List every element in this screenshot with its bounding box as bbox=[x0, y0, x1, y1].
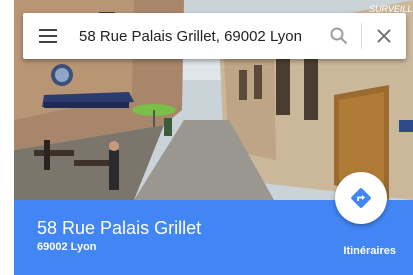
place-panel: SURVEILL 58 Rue Palais Grillet, 69002 Ly… bbox=[0, 0, 413, 275]
search-button[interactable] bbox=[317, 13, 361, 59]
menu-button[interactable] bbox=[23, 13, 73, 59]
search-input[interactable] bbox=[73, 13, 317, 59]
close-button[interactable] bbox=[362, 13, 406, 59]
close-icon bbox=[377, 29, 391, 43]
directions-label[interactable]: Itinéraires bbox=[343, 245, 396, 257]
directions-button[interactable] bbox=[335, 172, 387, 224]
hamburger-menu-icon bbox=[39, 29, 57, 43]
place-title: 58 Rue Palais Grillet bbox=[37, 218, 202, 238]
search-box bbox=[23, 13, 406, 59]
search-icon bbox=[330, 27, 348, 45]
place-subtitle: 69002 Lyon bbox=[37, 241, 97, 253]
directions-icon bbox=[351, 188, 371, 208]
